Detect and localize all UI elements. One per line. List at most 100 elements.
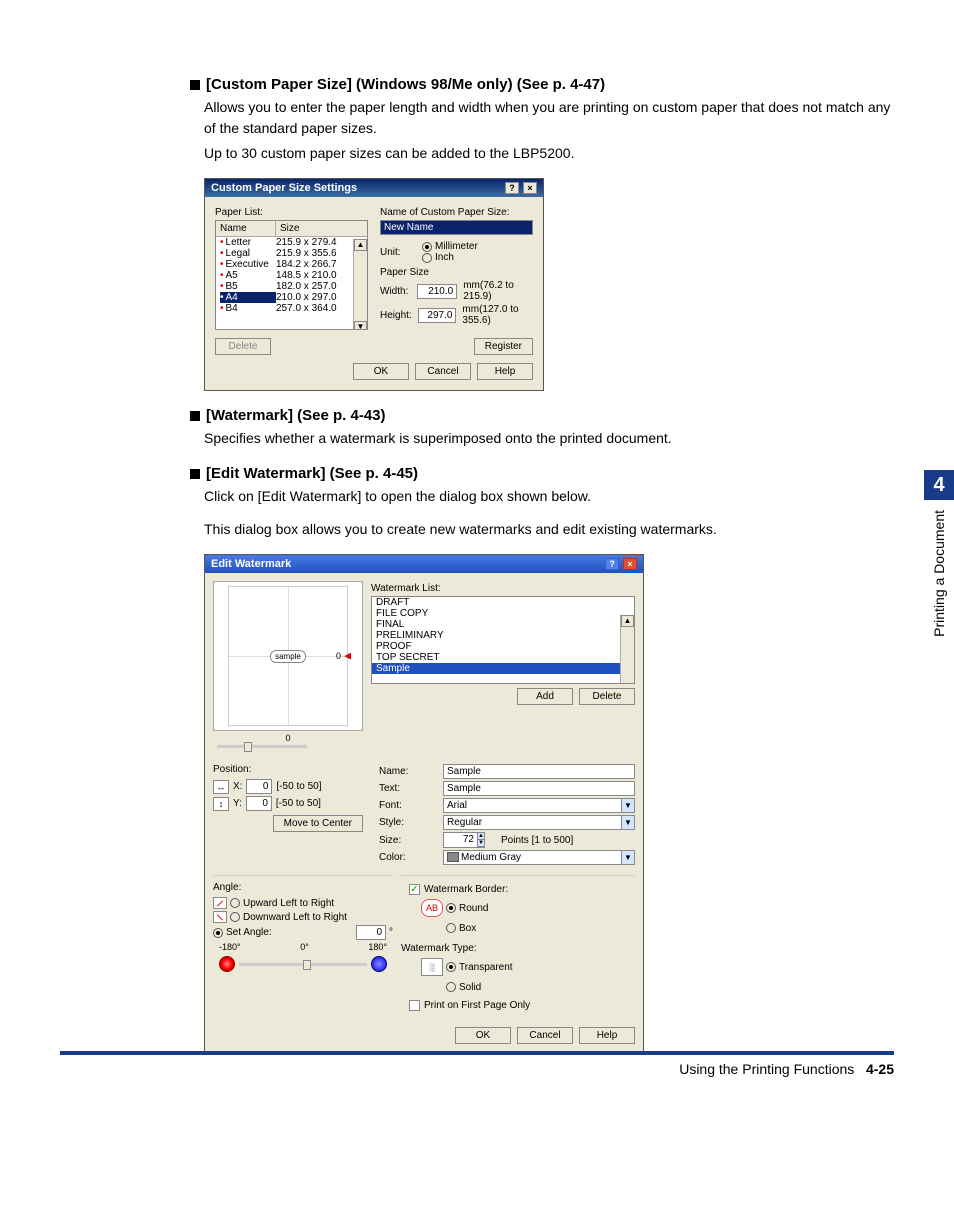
section-edit-watermark-desc2: This dialog box allows you to create new…: [204, 519, 894, 540]
move-center-button[interactable]: Move to Center: [273, 815, 363, 832]
section-edit-watermark-head: [Edit Watermark] (See p. 4-45): [190, 465, 894, 482]
angle-slider[interactable]: [219, 956, 387, 972]
width-input[interactable]: 210.0: [417, 284, 457, 299]
scrollbar[interactable]: ▲▼: [353, 239, 367, 329]
add-button[interactable]: Add: [517, 688, 573, 705]
style-label: Style:: [379, 817, 435, 828]
border-box-radio[interactable]: Box: [421, 919, 635, 937]
list-item[interactable]: DRAFT: [372, 597, 634, 608]
ok-button[interactable]: OK: [353, 363, 409, 380]
angle-set-radio[interactable]: Set Angle: 0°: [213, 925, 393, 940]
preview-page: sample 0 ◀: [228, 586, 348, 726]
register-button[interactable]: Register: [474, 338, 533, 355]
list-item[interactable]: FINAL: [372, 619, 634, 630]
col-size: Size: [276, 221, 367, 236]
delete-button[interactable]: Delete: [579, 688, 635, 705]
size-label: Size:: [379, 835, 435, 846]
custom-name-input[interactable]: New Name: [380, 220, 533, 235]
ok-button[interactable]: OK: [455, 1027, 511, 1044]
delete-button: Delete: [215, 338, 271, 355]
font-select[interactable]: Arial: [443, 798, 621, 813]
section-custom-paper-desc1: Allows you to enter the paper length and…: [204, 97, 894, 139]
border-round-radio[interactable]: ABRound: [421, 899, 635, 917]
chapter-title-side: Printing a Document: [931, 510, 947, 637]
scroll-up-icon[interactable]: ▲: [621, 615, 634, 627]
size-hint: Points [1 to 500]: [501, 835, 573, 846]
list-item: •B5182.0 x 257.0: [216, 281, 367, 292]
unit-label: Unit:: [380, 247, 416, 258]
angle-upward-radio[interactable]: Upward Left to Right: [213, 897, 393, 909]
chevron-down-icon[interactable]: ▼: [621, 798, 635, 813]
angle-up-icon: [213, 897, 227, 909]
watermark-list[interactable]: DRAFT FILE COPY FINAL PRELIMINARY PROOF …: [371, 596, 635, 684]
x-label: X:: [233, 781, 242, 792]
paper-list[interactable]: Name Size •Letter215.9 x 279.4 •Legal215…: [215, 220, 368, 330]
watermark-border-check[interactable]: Watermark Border:: [409, 884, 627, 895]
angle-input[interactable]: 0: [356, 925, 386, 940]
close-icon[interactable]: ×: [623, 558, 637, 570]
horizontal-icon: ↔: [213, 780, 229, 794]
list-item: •Legal215.9 x 355.6: [216, 248, 367, 259]
type-solid-radio[interactable]: Solid: [421, 978, 635, 996]
dialog-title: Custom Paper Size Settings: [211, 182, 357, 194]
list-header: Name Size: [216, 221, 367, 237]
style-select[interactable]: Regular: [443, 815, 621, 830]
name-input[interactable]: Sample: [443, 764, 635, 779]
list-item[interactable]: PROOF: [372, 641, 634, 652]
list-item[interactable]: PRELIMINARY: [372, 630, 634, 641]
section-custom-paper-head: [Custom Paper Size] (Windows 98/Me only)…: [190, 76, 894, 93]
close-icon[interactable]: ×: [523, 182, 537, 194]
color-swatch-icon: [447, 852, 459, 862]
edit-watermark-dialog: Edit Watermark ? × sample 0 ◀ 0 Watermar…: [204, 554, 644, 1053]
list-item: •A4210.0 x 297.0: [216, 292, 367, 303]
spin-up-icon[interactable]: ▲: [478, 833, 484, 840]
scrollbar[interactable]: ▲▼: [620, 615, 634, 683]
font-label: Font:: [379, 800, 435, 811]
preview-zoom-slider[interactable]: [213, 743, 363, 750]
preview-zoom-value: 0: [336, 651, 341, 661]
help-icon[interactable]: ?: [605, 558, 619, 570]
spin-down-icon[interactable]: ▼: [478, 840, 484, 847]
height-input[interactable]: 297.0: [418, 308, 457, 323]
pos-x-row: ↔ X: 0 [-50 to 50]: [213, 779, 363, 794]
y-input[interactable]: 0: [246, 796, 272, 811]
list-item: •Letter215.9 x 279.4: [216, 237, 367, 248]
x-input[interactable]: 0: [246, 779, 272, 794]
chevron-down-icon[interactable]: ▼: [621, 815, 635, 830]
dialog-titlebar: Custom Paper Size Settings ? ×: [205, 179, 543, 197]
size-spinner[interactable]: 72▲▼: [443, 832, 493, 848]
unit-inch-radio[interactable]: Inch: [422, 252, 533, 263]
list-item[interactable]: Sample: [372, 663, 634, 674]
list-item[interactable]: TOP SECRET: [372, 652, 634, 663]
help-button[interactable]: Help: [477, 363, 533, 380]
color-select[interactable]: Medium Gray: [443, 850, 621, 865]
type-transparent-radio[interactable]: ░Transparent: [421, 958, 635, 976]
col-name: Name: [216, 221, 276, 236]
text-label: Text:: [379, 783, 435, 794]
scroll-down-icon[interactable]: ▼: [354, 321, 367, 330]
watermark-list-label: Watermark List:: [371, 583, 635, 594]
scroll-down-icon[interactable]: ▼: [621, 683, 634, 684]
cancel-button[interactable]: Cancel: [517, 1027, 573, 1044]
height-hint: mm(127.0 to 355.6): [462, 304, 533, 326]
help-icon[interactable]: ?: [505, 182, 519, 194]
x-range: [-50 to 50]: [276, 781, 321, 792]
scroll-up-icon[interactable]: ▲: [354, 239, 367, 251]
chevron-down-icon[interactable]: ▼: [621, 850, 635, 865]
dialog-title: Edit Watermark: [211, 558, 291, 570]
color-label: Color:: [379, 852, 435, 863]
list-item[interactable]: FILE COPY: [372, 608, 634, 619]
angle-downward-radio[interactable]: Downward Left to Right: [213, 911, 393, 923]
cancel-button[interactable]: Cancel: [415, 363, 471, 380]
help-button[interactable]: Help: [579, 1027, 635, 1044]
list-item: •A5148.5 x 210.0: [216, 270, 367, 281]
first-page-only-check[interactable]: Print on First Page Only: [409, 1000, 627, 1011]
footer-section: Using the Printing Functions: [679, 1061, 854, 1077]
chapter-tab: 4: [924, 470, 954, 500]
slider-handle-icon[interactable]: ◀: [344, 651, 351, 662]
pos-y-row: ↕ Y: 0 [-50 to 50]: [213, 796, 363, 811]
section-edit-watermark-title: [Edit Watermark] (See p. 4-45): [206, 465, 418, 482]
unit-mm-radio[interactable]: Millimeter: [422, 241, 533, 252]
section-custom-paper-title: [Custom Paper Size] (Windows 98/Me only)…: [206, 76, 605, 93]
text-input[interactable]: Sample: [443, 781, 635, 796]
